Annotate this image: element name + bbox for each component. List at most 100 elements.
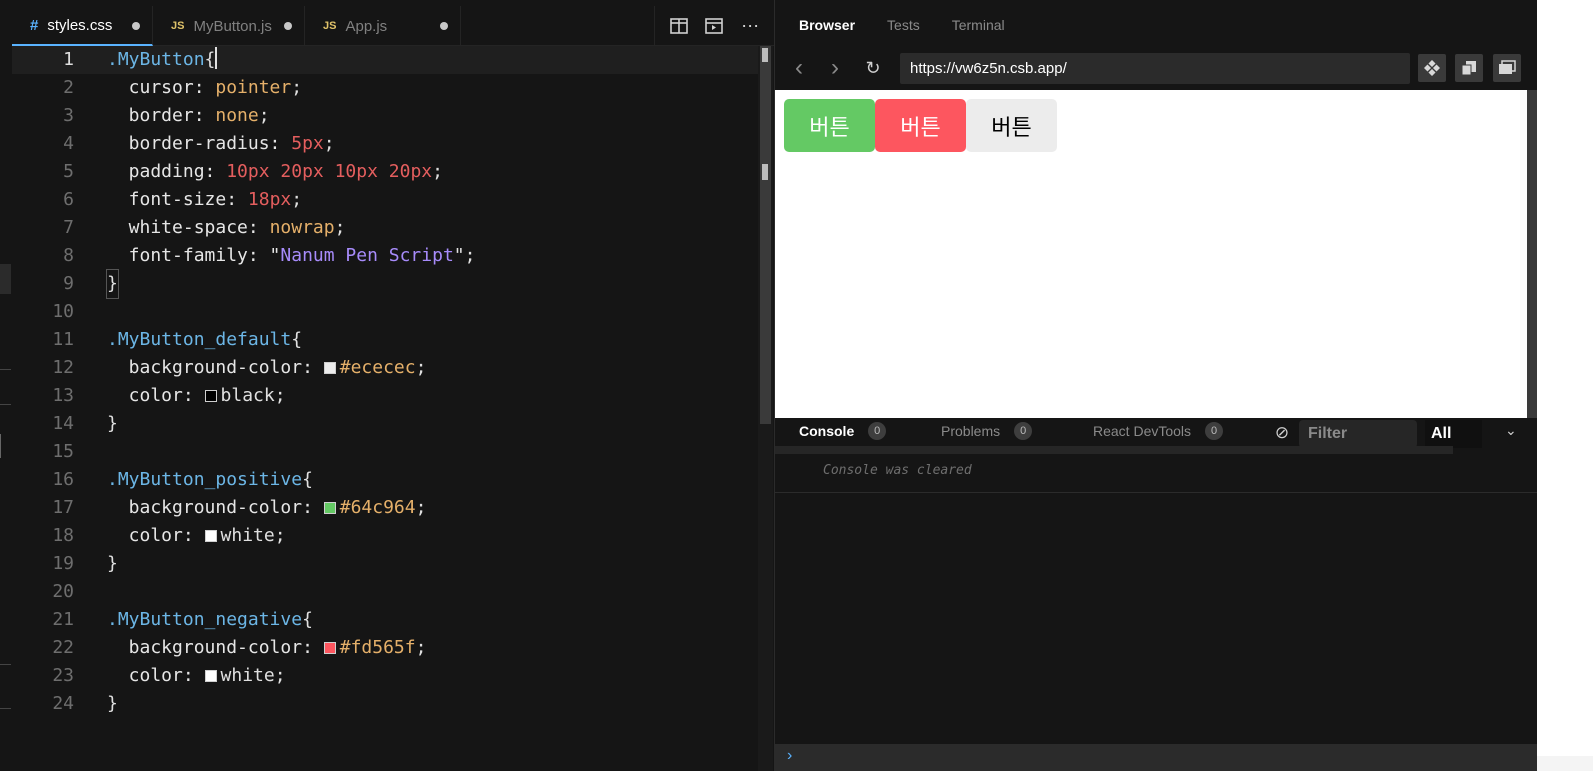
code-line: 9 }	[12, 269, 758, 299]
line-content: font-family: "Nanum Pen Script";	[107, 245, 476, 266]
color-swatch-icon[interactable]	[323, 642, 336, 654]
line-number: 1	[63, 49, 74, 70]
color-swatch-icon[interactable]	[204, 390, 217, 402]
line-number: 15	[52, 441, 74, 462]
unsaved-dot-icon[interactable]	[440, 22, 448, 30]
back-icon[interactable]: ‹	[785, 54, 813, 82]
line-number: 20	[52, 581, 74, 602]
positive-button[interactable]: 버튼	[784, 99, 875, 152]
line-number: 17	[52, 497, 74, 518]
unsaved-dot-icon[interactable]	[132, 22, 140, 30]
code-line: 1 .MyButton{	[12, 46, 758, 74]
tab-browser[interactable]: Browser	[799, 17, 855, 33]
code-line: 5 padding: 10px 20px 10px 20px;	[12, 158, 758, 186]
editor-scrollbar[interactable]	[758, 46, 773, 771]
line-number: 19	[52, 553, 74, 574]
line-number: 10	[52, 301, 74, 322]
preview-scrollbar[interactable]	[1527, 90, 1537, 418]
line-content: background-color: #64c964;	[107, 497, 427, 518]
code-line: 3 border: none;	[12, 102, 758, 130]
scroll-marker	[762, 48, 768, 62]
rail-indicator[interactable]	[0, 434, 1, 458]
code-line: 14 }	[12, 410, 758, 438]
line-content: .MyButton_default{	[107, 329, 303, 350]
line-content: cursor: pointer;	[107, 77, 303, 98]
rail-divider	[0, 404, 11, 405]
line-content: color: white;	[107, 665, 286, 686]
tab-label: styles.css	[47, 16, 113, 34]
line-number: 2	[63, 77, 74, 98]
line-content: border-radius: 5px;	[107, 133, 335, 154]
count-badge: 0	[1014, 422, 1033, 440]
preview-icon[interactable]	[701, 13, 727, 39]
line-number: 5	[63, 161, 74, 182]
js-file-icon: JS	[171, 20, 185, 32]
maximize-icon[interactable]	[1493, 54, 1521, 82]
code-line: 10	[12, 298, 758, 326]
line-number: 6	[63, 189, 74, 210]
code-line: 23 color: white;	[12, 662, 758, 690]
line-content: .MyButton{	[107, 47, 218, 70]
tab-terminal[interactable]: Terminal	[952, 17, 1005, 33]
line-content: font-size: 18px;	[107, 189, 303, 210]
clear-console-icon[interactable]: ⊘	[1273, 424, 1291, 442]
color-swatch-icon[interactable]	[323, 502, 336, 514]
activity-rail	[0, 0, 12, 771]
tab-styles-css[interactable]: # styles.css	[12, 6, 153, 46]
tab-app-js[interactable]: JS App.js	[305, 6, 461, 46]
console-input[interactable]: ›	[775, 744, 1537, 771]
code-line: 16 .MyButton_positive{	[12, 466, 758, 494]
code-area[interactable]: 1 .MyButton{ 2 cursor: pointer; 3 border…	[12, 46, 758, 771]
prompt-icon: ›	[787, 747, 793, 764]
tab-label: MyButton.js	[193, 17, 272, 35]
code-line: 11 .MyButton_default{	[12, 326, 758, 354]
split-editor-icon[interactable]	[666, 13, 692, 39]
log-level-select[interactable]: All	[1425, 420, 1482, 448]
tab-react-devtools[interactable]: React DevTools 0	[1093, 422, 1224, 440]
divider	[775, 492, 1537, 493]
line-number: 21	[52, 609, 74, 630]
tab-mybutton-js[interactable]: JS MyButton.js	[153, 6, 305, 46]
rail-indicator[interactable]	[0, 264, 11, 294]
negative-button[interactable]: 버튼	[875, 99, 966, 152]
more-options-icon[interactable]: ⋯	[737, 13, 763, 39]
tab-problems[interactable]: Problems 0	[941, 422, 1033, 440]
reload-icon[interactable]: ↻	[859, 54, 887, 82]
tab-label: Problems	[941, 423, 1001, 439]
tab-label: App.js	[345, 17, 388, 35]
code-line: 22 background-color: #fd565f;	[12, 634, 758, 662]
count-badge: 0	[868, 422, 887, 440]
url-input[interactable]: https://vw6z5n.csb.app/	[900, 53, 1410, 84]
line-number: 11	[52, 329, 74, 350]
tab-console[interactable]: Console 0	[799, 422, 887, 440]
code-line: 21 .MyButton_negative{	[12, 606, 758, 634]
open-new-window-icon[interactable]	[1455, 54, 1483, 82]
code-line: 2 cursor: pointer;	[12, 74, 758, 102]
unsaved-dot-icon[interactable]	[284, 22, 292, 30]
rail-divider	[0, 369, 11, 370]
code-line: 18 color: white;	[12, 522, 758, 550]
chevron-down-icon[interactable]: ⌄	[1505, 422, 1517, 439]
tab-tests[interactable]: Tests	[887, 17, 920, 33]
code-line: 19 }	[12, 550, 758, 578]
color-swatch-icon[interactable]	[204, 530, 217, 542]
preview-panel: Browser Tests Terminal ‹ › ↻ https://vw6…	[775, 0, 1537, 771]
line-content: background-color: #ececec;	[107, 357, 427, 378]
forward-icon[interactable]: ›	[821, 54, 849, 82]
line-content: }	[107, 693, 118, 714]
line-number: 14	[52, 413, 74, 434]
console-scrollbar[interactable]	[775, 446, 1453, 454]
tab-label: Console	[799, 423, 855, 439]
scrollbar-thumb[interactable]	[760, 46, 771, 424]
devtools-icon[interactable]	[1418, 54, 1446, 82]
color-swatch-icon[interactable]	[323, 362, 336, 374]
js-file-icon: JS	[323, 20, 337, 32]
color-swatch-icon[interactable]	[204, 670, 217, 682]
code-line: 17 background-color: #64c964;	[12, 494, 758, 522]
default-button[interactable]: 버튼	[966, 99, 1057, 152]
editor-tab-bar: # styles.css JS MyButton.js JS App.js ⋯	[12, 6, 774, 46]
filter-input[interactable]: Filter	[1299, 420, 1417, 448]
code-line: 15	[12, 438, 758, 466]
line-number: 22	[52, 637, 74, 658]
console-message: Console was cleared	[823, 463, 972, 478]
